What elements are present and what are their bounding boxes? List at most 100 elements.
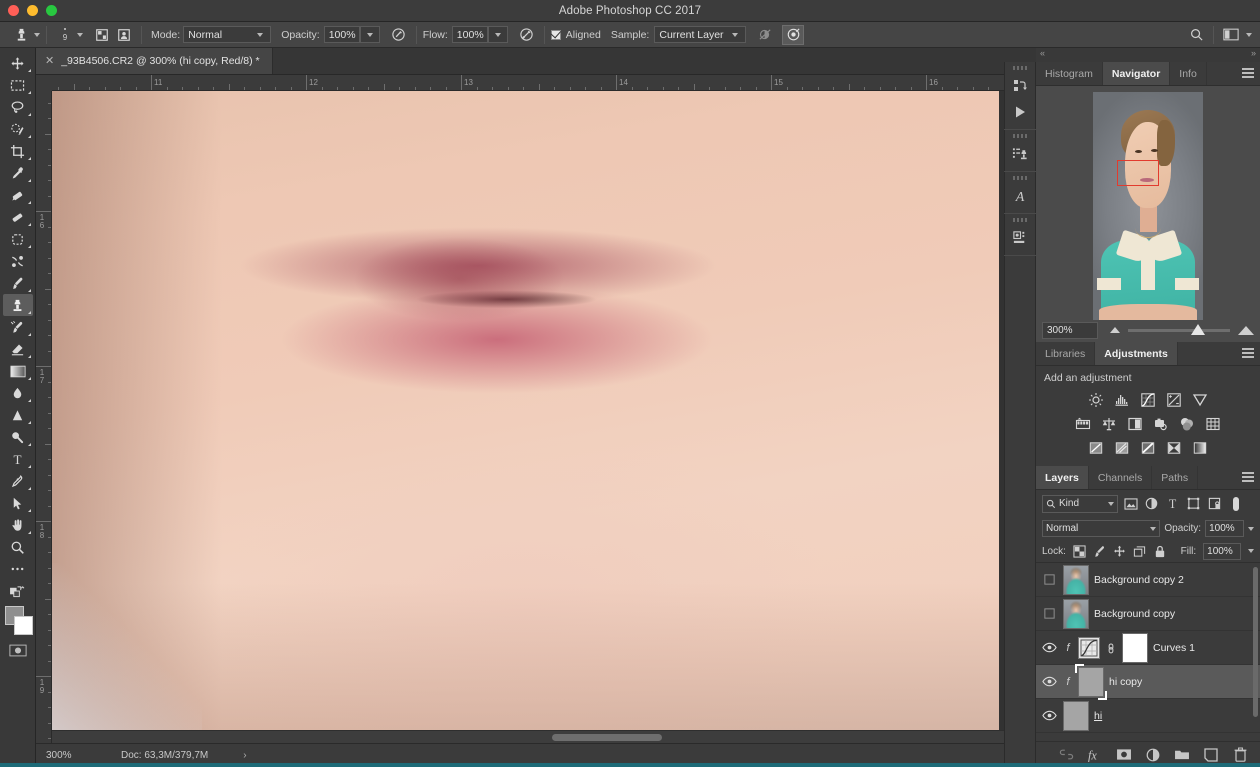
layer-name[interactable]: Curves 1 <box>1153 642 1195 654</box>
adjustment-layer-filter-icon[interactable] <box>1143 495 1160 512</box>
tab-channels[interactable]: Channels <box>1089 466 1152 489</box>
posterize-icon[interactable] <box>1112 438 1132 458</box>
link-layers-icon[interactable] <box>1058 747 1074 763</box>
layer-fill-chevron-down-icon[interactable] <box>1248 549 1254 553</box>
history-brush-tool[interactable] <box>3 316 33 338</box>
selective-color-icon[interactable] <box>1164 438 1184 458</box>
navigator-zoom-slider[interactable] <box>1128 329 1230 332</box>
navigator-view-box[interactable] <box>1117 160 1159 186</box>
curves-adjustment-thumbnail[interactable] <box>1078 637 1100 659</box>
curves-icon[interactable] <box>1138 390 1158 410</box>
lock-all-icon[interactable] <box>1153 544 1166 558</box>
gradient-tool[interactable] <box>3 360 33 382</box>
edit-toolbar-button[interactable] <box>3 558 33 580</box>
layer-opacity-input[interactable]: 100% <box>1205 520 1244 537</box>
clone-stamp-tool[interactable] <box>3 294 33 316</box>
dock-grip-icon[interactable] <box>1013 218 1027 222</box>
flow-dropdown-button[interactable] <box>488 26 508 43</box>
layer-visibility-toggle[interactable] <box>1040 605 1058 623</box>
zoom-tool[interactable] <box>3 536 33 558</box>
layer-blend-mode-select[interactable]: Normal <box>1042 520 1160 537</box>
pixel-layer-filter-icon[interactable] <box>1122 495 1139 512</box>
dock-collapse-bar[interactable]: « » <box>1036 48 1260 62</box>
image-viewport[interactable] <box>52 91 1036 743</box>
exposure-icon[interactable] <box>1164 390 1184 410</box>
tab-navigator[interactable]: Navigator <box>1103 62 1170 85</box>
flow-input[interactable]: 100% <box>452 26 488 43</box>
vibrance-icon[interactable] <box>1190 390 1210 410</box>
lock-artboard-nesting-icon[interactable] <box>1133 544 1146 558</box>
dock-grip-icon[interactable] <box>1013 176 1027 180</box>
lock-image-pixels-icon[interactable] <box>1093 544 1106 558</box>
delete-layer-icon[interactable] <box>1232 747 1248 763</box>
table-row[interactable]: Background copy 2 <box>1036 563 1260 597</box>
add-layer-mask-icon[interactable] <box>1116 747 1132 763</box>
type-tool[interactable]: T <box>3 448 33 470</box>
document-image[interactable] <box>52 91 999 743</box>
hue-saturation-icon[interactable] <box>1073 414 1093 434</box>
brightness-contrast-icon[interactable] <box>1086 390 1106 410</box>
shape-layer-filter-icon[interactable] <box>1185 495 1202 512</box>
dodge-tool[interactable] <box>3 426 33 448</box>
dock-grip-icon[interactable] <box>1013 66 1027 70</box>
dock-grip-icon[interactable] <box>1013 134 1027 138</box>
table-row[interactable]: hi <box>1036 699 1260 733</box>
play-action-icon[interactable] <box>1006 99 1034 125</box>
blur-tool[interactable] <box>3 382 33 404</box>
brush-tool[interactable] <box>3 272 33 294</box>
chevron-right-icon[interactable]: › <box>208 750 246 761</box>
levels-icon[interactable] <box>1112 390 1132 410</box>
photo-filter-icon[interactable] <box>1151 414 1171 434</box>
tab-info[interactable]: Info <box>1170 62 1207 85</box>
brush-panel-icon[interactable] <box>91 25 113 45</box>
layer-list[interactable]: Background copy 2 Background copy f <box>1036 563 1260 741</box>
zoom-in-large-icon[interactable] <box>1238 326 1254 335</box>
tab-paths[interactable]: Paths <box>1152 466 1198 489</box>
black-white-icon[interactable] <box>1125 414 1145 434</box>
layer-style-fx-icon[interactable]: fx <box>1087 747 1103 763</box>
tab-adjustments[interactable]: Adjustments <box>1095 342 1178 365</box>
layer-fill-input[interactable]: 100% <box>1203 543 1241 560</box>
patch-tool[interactable] <box>3 206 33 228</box>
search-icon[interactable] <box>1185 25 1207 45</box>
layer-opacity-chevron-down-icon[interactable] <box>1248 527 1254 531</box>
opacity-input[interactable]: 100% <box>324 26 360 43</box>
opacity-dropdown-button[interactable] <box>360 26 380 43</box>
brush-preset-chevron-down-icon[interactable] <box>77 33 83 37</box>
invert-icon[interactable] <box>1086 438 1106 458</box>
character-panel-icon[interactable]: A <box>1006 183 1034 209</box>
history-panel-icon[interactable] <box>1006 73 1034 99</box>
blend-mode-select[interactable]: Normal <box>183 26 271 43</box>
type-layer-filter-icon[interactable]: T <box>1164 495 1181 512</box>
layer-list-scrollbar[interactable] <box>1253 567 1258 717</box>
panel-menu-icon[interactable] <box>1242 68 1254 78</box>
path-selection-tool[interactable] <box>3 492 33 514</box>
gradient-map-icon[interactable] <box>1190 438 1210 458</box>
aligned-checkbox[interactable] <box>551 30 561 40</box>
lock-transparent-pixels-icon[interactable] <box>1073 544 1086 558</box>
quick-mask-icon[interactable] <box>7 642 29 658</box>
layer-name[interactable]: hi <box>1094 710 1102 722</box>
spot-healing-brush-tool[interactable] <box>3 184 33 206</box>
brush-preset-picker[interactable]: 9 <box>53 23 77 47</box>
layer-visibility-toggle[interactable] <box>1040 639 1058 657</box>
navigator-thumbnail[interactable] <box>1093 92 1203 320</box>
table-row[interactable]: Background copy <box>1036 597 1260 631</box>
navigator-zoom-input[interactable]: 300% <box>1042 322 1098 339</box>
table-row[interactable]: f hi copy <box>1036 665 1260 699</box>
collapse-left-chevron-icon[interactable]: « <box>1040 48 1045 58</box>
smart-object-filter-icon[interactable] <box>1206 495 1223 512</box>
color-swatches[interactable] <box>3 606 33 636</box>
layer-name[interactable]: Background copy 2 <box>1094 574 1184 586</box>
document-tab[interactable]: ✕ _93B4506.CR2 @ 300% (hi copy, Red/8) * <box>36 48 273 74</box>
layer-visibility-toggle[interactable] <box>1040 673 1058 691</box>
layer-thumbnail[interactable] <box>1063 599 1089 629</box>
horizontal-ruler[interactable]: 111213141516 <box>36 75 1036 91</box>
layer-thumbnail[interactable] <box>1078 667 1104 697</box>
layer-name[interactable]: Background copy <box>1094 608 1175 620</box>
channel-mixer-icon[interactable] <box>1177 414 1197 434</box>
sharpen-tool[interactable] <box>3 404 33 426</box>
workspace-chevron-down-icon[interactable] <box>1246 33 1252 37</box>
new-layer-icon[interactable] <box>1203 747 1219 763</box>
rectangular-marquee-tool[interactable] <box>3 74 33 96</box>
